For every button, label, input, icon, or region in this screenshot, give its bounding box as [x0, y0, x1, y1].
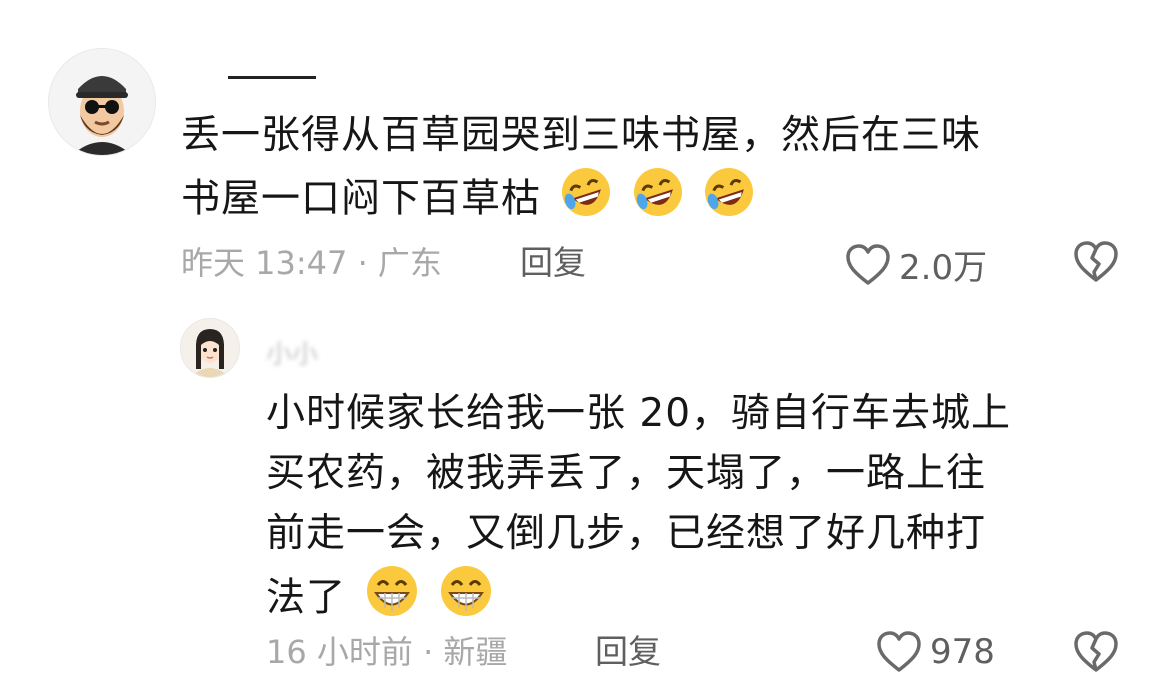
avatar[interactable] [48, 48, 156, 156]
comment-body: 丢一张得从百草园哭到三味书屋，然后在三味 书屋一口闷下百草枯 [181, 106, 1121, 236]
grin-emoji-icon [439, 564, 493, 636]
dislike-button[interactable] [1073, 240, 1119, 288]
reply-button[interactable]: 回复 [520, 243, 586, 283]
comment-line: 小时候家长给我一张 20，骑自行车去城上 [266, 391, 1012, 436]
username[interactable]: —— [228, 60, 316, 80]
heart-outline-icon [846, 243, 890, 285]
username[interactable]: 小小 [266, 334, 318, 371]
comment-body: 小时候家长给我一张 20，骑自行车去城上 买农药，被我弄丢了，天塌了，一路上往 … [266, 384, 1126, 636]
comment-line: 前走一会，又倒几步，已经想了好几种打 [266, 511, 987, 556]
comment-line-last: 书屋一口闷下百草枯 [181, 166, 1121, 236]
like-count: 2.0万 [899, 248, 988, 288]
comment-line: 法了 [266, 575, 347, 621]
comment-line: 丢一张得从百草园哭到三味书屋，然后在三味 [181, 113, 982, 158]
avatar-man-image [49, 49, 155, 155]
dislike-button[interactable] [1073, 630, 1119, 678]
broken-heart-icon [1074, 631, 1118, 672]
rofl-emoji-icon [703, 166, 755, 236]
rofl-emoji-icon [560, 166, 612, 236]
avatar-girl-image [181, 319, 239, 377]
heart-outline-icon [877, 631, 921, 672]
broken-heart-icon [1074, 241, 1118, 282]
rofl-emoji-icon [632, 166, 684, 236]
reply-button[interactable]: 回复 [595, 632, 661, 672]
comment-line: 买农药，被我弄丢了，天塌了，一路上往 [266, 451, 987, 496]
like-button[interactable]: 2.0万 [845, 240, 987, 289]
time-location: 16 小时前 · 新疆 [266, 633, 508, 671]
grin-emoji-icon [365, 564, 419, 636]
avatar[interactable] [180, 318, 240, 378]
time-location: 昨天 13:47 · 广东 [181, 244, 442, 282]
username-dash [228, 76, 316, 79]
like-count: 978 [930, 632, 995, 672]
comment-line: 书屋一口闷下百草枯 [181, 176, 542, 222]
comment-line-last: 法了 [266, 564, 1126, 636]
like-button[interactable]: 978 [876, 630, 995, 674]
